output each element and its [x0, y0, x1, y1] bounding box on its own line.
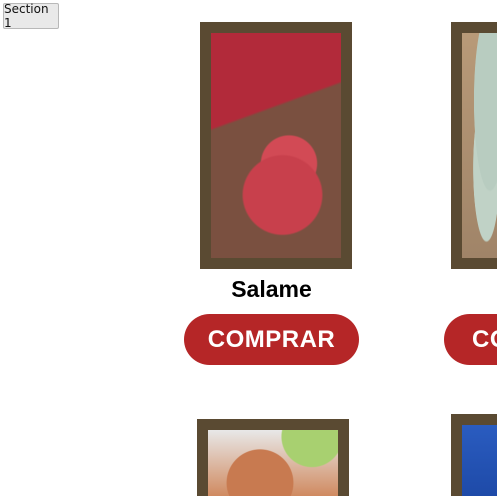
section-1-button[interactable]: Section 1 [3, 2, 59, 30]
buy-button[interactable]: COMPRAR [184, 314, 359, 365]
product-image-eggs [451, 22, 497, 269]
product-title: Salame [231, 276, 312, 302]
product-image-fried-pork [197, 419, 349, 496]
product-image-milk-bottle [451, 414, 497, 496]
buy-button[interactable]: COMPRAR [444, 314, 497, 365]
product-image-salame [200, 22, 352, 269]
